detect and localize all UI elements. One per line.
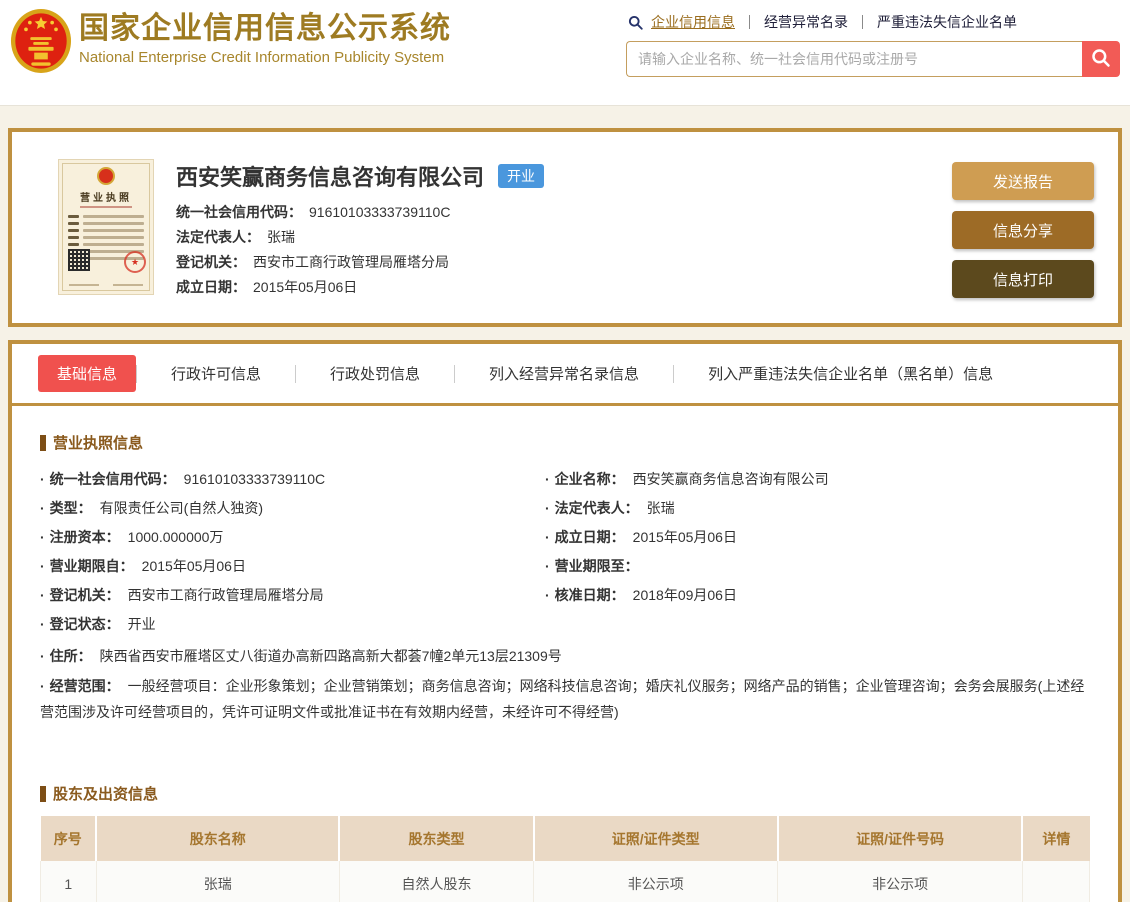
col-header-certificate-type: 证照/证件类型 bbox=[534, 816, 778, 861]
field-company-name: 企业名称：西安笑赢商务信息咨询有限公司 bbox=[545, 465, 1090, 494]
top-nav: 企业信用信息 经营异常名录 严重违法失信企业名单 bbox=[626, 12, 1120, 32]
print-info-button[interactable]: 信息打印 bbox=[952, 260, 1094, 298]
license-qr-code bbox=[68, 249, 90, 271]
national-emblem-logo bbox=[10, 7, 72, 75]
license-fields-left-column: 统一社会信用代码：91610103333739110C 类型：有限责任公司(自然… bbox=[40, 465, 545, 639]
license-section-title: 营业执照信息 bbox=[40, 432, 1090, 453]
tab-basic-info[interactable]: 基础信息 bbox=[38, 355, 136, 392]
section-title-bar bbox=[40, 786, 46, 802]
cell-shareholder-type: 自然人股东 bbox=[339, 861, 533, 902]
send-report-button[interactable]: 发送报告 bbox=[952, 162, 1094, 200]
license-subline bbox=[80, 206, 132, 208]
license-footer-line bbox=[113, 284, 143, 286]
company-summary-info: 西安笑赢商务信息咨询有限公司 开业 统一社会信用代码：9161010333373… bbox=[176, 159, 952, 298]
nav-link-abnormal-operations-list[interactable]: 经营异常名录 bbox=[764, 12, 848, 32]
col-header-details: 详情 bbox=[1022, 816, 1089, 861]
tab-administrative-penalty-info[interactable]: 行政处罚信息 bbox=[296, 355, 454, 392]
section-title-bar bbox=[40, 435, 46, 451]
site-subtitle: National Enterprise Credit Information P… bbox=[79, 49, 451, 66]
tab-administrative-license-info[interactable]: 行政许可信息 bbox=[137, 355, 295, 392]
main-content: 营业执照 ★ 西安笑赢商务信息咨询有限公司 开业 bbox=[0, 106, 1130, 902]
license-fields-right-column: 企业名称：西安笑赢商务信息咨询有限公司 法定代表人：张瑞 成立日期：2015年0… bbox=[545, 465, 1090, 639]
tab-abnormal-operations-info[interactable]: 列入经营异常名录信息 bbox=[455, 355, 673, 392]
company-summary-card: 营业执照 ★ 西安笑赢商务信息咨询有限公司 开业 bbox=[8, 128, 1122, 327]
share-info-button[interactable]: 信息分享 bbox=[952, 211, 1094, 249]
status-badge: 开业 bbox=[498, 164, 544, 188]
cell-details bbox=[1022, 861, 1089, 902]
search-icon bbox=[628, 15, 643, 30]
field-legal-representative: 法定代表人：张瑞 bbox=[176, 228, 952, 246]
business-license-image[interactable]: 营业执照 ★ bbox=[58, 159, 154, 295]
company-name: 西安笑赢商务信息咨询有限公司 bbox=[176, 160, 484, 192]
field-business-scope: 经营范围：一般经营项目：企业形象策划；企业营销策划；商务信息咨询；网络科技信息咨… bbox=[40, 673, 1090, 725]
license-emblem-icon bbox=[97, 167, 115, 185]
field-company-type: 类型：有限责任公司(自然人独资) bbox=[40, 494, 545, 523]
col-header-shareholder-name: 股东名称 bbox=[96, 816, 339, 861]
nav-divider bbox=[749, 15, 750, 29]
field-approval-date: 核准日期：2018年09月06日 bbox=[545, 581, 1090, 610]
field-registration-status: 登记状态：开业 bbox=[40, 610, 545, 639]
nav-link-enterprise-credit-info[interactable]: 企业信用信息 bbox=[651, 12, 735, 32]
license-fields-full-width: 住所：陕西省西安市雁塔区丈八街道办高新四路高新大都荟7幢2单元13层21309号… bbox=[40, 643, 1090, 725]
brand: 国家企业信用信息公示系统 National Enterprise Credit … bbox=[10, 0, 451, 105]
search-icon bbox=[1091, 48, 1111, 71]
header-right: 企业信用信息 经营异常名录 严重违法失信企业名单 bbox=[626, 0, 1120, 105]
shareholders-table: 序号 股东名称 股东类型 证照/证件类型 证照/证件号码 详情 1 张瑞 自然人… bbox=[40, 816, 1090, 902]
detail-content: 营业执照信息 统一社会信用代码：91610103333739110C 类型：有限… bbox=[12, 406, 1118, 902]
field-legal-representative: 法定代表人：张瑞 bbox=[545, 494, 1090, 523]
tab-blacklist-info[interactable]: 列入严重违法失信企业名单（黑名单）信息 bbox=[674, 355, 1027, 392]
license-red-seal-icon: ★ bbox=[124, 251, 146, 273]
field-address: 住所：陕西省西安市雁塔区丈八街道办高新四路高新大都荟7幢2单元13层21309号 bbox=[40, 643, 1090, 669]
field-credit-code: 统一社会信用代码：91610103333739110C bbox=[176, 203, 952, 221]
search-submit-button[interactable] bbox=[1082, 41, 1120, 77]
site-title: 国家企业信用信息公示系统 bbox=[79, 12, 451, 46]
search-bar bbox=[626, 41, 1120, 77]
col-header-shareholder-type: 股东类型 bbox=[339, 816, 533, 861]
field-registered-capital: 注册资本：1000.000000万 bbox=[40, 523, 545, 552]
table-header-row: 序号 股东名称 股东类型 证照/证件类型 证照/证件号码 详情 bbox=[41, 816, 1090, 861]
field-registration-authority: 登记机关：西安市工商行政管理局雁塔分局 bbox=[40, 581, 545, 610]
field-credit-code: 统一社会信用代码：91610103333739110C bbox=[40, 465, 545, 494]
license-footer-line bbox=[69, 284, 99, 286]
shareholder-section-title: 股东及出资信息 bbox=[40, 783, 1090, 804]
field-establishment-date: 成立日期：2015年05月06日 bbox=[176, 278, 952, 296]
tab-strip: 基础信息 行政许可信息 行政处罚信息 列入经营异常名录信息 列入严重违法失信企业… bbox=[12, 344, 1118, 406]
table-row: 1 张瑞 自然人股东 非公示项 非公示项 bbox=[41, 861, 1090, 902]
summary-fields: 统一社会信用代码：91610103333739110C 法定代表人：张瑞 登记机… bbox=[176, 203, 952, 296]
field-business-term-from: 营业期限自：2015年05月06日 bbox=[40, 552, 545, 581]
cell-certificate-type: 非公示项 bbox=[534, 861, 778, 902]
field-establishment-date: 成立日期：2015年05月06日 bbox=[545, 523, 1090, 552]
cell-certificate-number: 非公示项 bbox=[778, 861, 1022, 902]
summary-actions: 发送报告 信息分享 信息打印 bbox=[952, 159, 1094, 298]
cell-index: 1 bbox=[41, 861, 97, 902]
detail-card: 基础信息 行政许可信息 行政处罚信息 列入经营异常名录信息 列入严重违法失信企业… bbox=[8, 340, 1122, 902]
col-header-certificate-number: 证照/证件号码 bbox=[778, 816, 1022, 861]
cell-shareholder-name: 张瑞 bbox=[96, 861, 339, 902]
license-title: 营业执照 bbox=[59, 189, 153, 204]
license-fields-grid: 统一社会信用代码：91610103333739110C 类型：有限责任公司(自然… bbox=[40, 465, 1090, 639]
col-header-index: 序号 bbox=[41, 816, 97, 861]
nav-link-serious-violation-blacklist[interactable]: 严重违法失信企业名单 bbox=[877, 12, 1017, 32]
field-registration-authority: 登记机关：西安市工商行政管理局雁塔分局 bbox=[176, 253, 952, 271]
nav-divider bbox=[862, 15, 863, 29]
brand-text: 国家企业信用信息公示系统 National Enterprise Credit … bbox=[79, 7, 451, 66]
site-header: 国家企业信用信息公示系统 National Enterprise Credit … bbox=[0, 0, 1130, 106]
search-input[interactable] bbox=[626, 41, 1082, 77]
field-business-term-to: 营业期限至： bbox=[545, 552, 1090, 581]
